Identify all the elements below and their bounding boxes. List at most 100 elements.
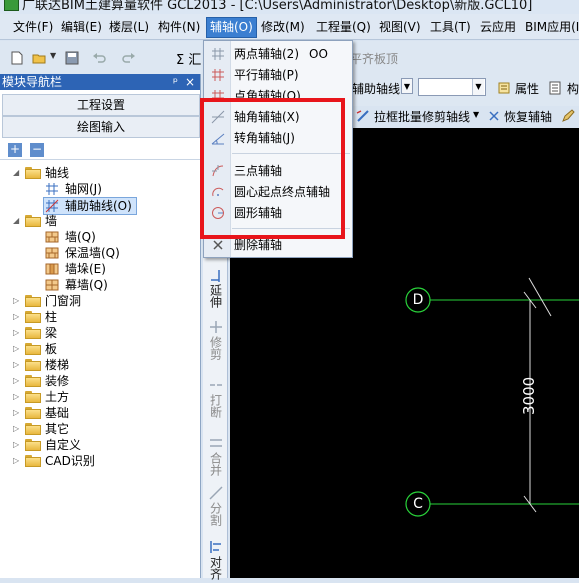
menu-quantity[interactable]: 工程量(Q) <box>313 18 374 37</box>
menu-floor[interactable]: 楼层(L) <box>106 18 152 37</box>
collapse-arrow-icon[interactable]: ◢ <box>13 213 22 229</box>
tree-node-custom[interactable]: ▷ 自定义 <box>0 437 200 453</box>
expand-arrow-icon[interactable]: ▷ <box>13 341 22 357</box>
expand-arrow-icon[interactable]: ▷ <box>13 309 22 325</box>
align-label: 对齐 <box>208 556 223 580</box>
extend-button[interactable]: 延伸 <box>207 268 224 311</box>
merge-button[interactable]: 合并 <box>207 436 224 479</box>
app-icon <box>4 0 19 11</box>
tree-node-stairs[interactable]: ▷ 楼梯 <box>0 357 200 373</box>
navigator-title: 模块导航栏 <box>2 75 63 89</box>
component-type-dropdown-icon[interactable]: ▼ <box>401 78 413 94</box>
menu-file[interactable]: 文件(F) <box>10 18 56 37</box>
tree-node-column[interactable]: ▷ 柱 <box>0 309 200 325</box>
property-icon[interactable] <box>497 81 511 95</box>
tree-node-slab[interactable]: ▷ 板 <box>0 341 200 357</box>
tree-node-label: 自定义 <box>45 438 82 452</box>
component-list-icon[interactable] <box>548 81 562 95</box>
menu-bar: 文件(F) 编辑(E) 楼层(L) 构件(N) 辅轴(O) 修改(M) 工程量(… <box>0 14 579 40</box>
expand-arrow-icon[interactable]: ▷ <box>13 357 22 373</box>
menu-cloud[interactable]: 云应用 <box>477 18 519 37</box>
tree-node-label: 保温墙(Q) <box>65 246 120 260</box>
tree-node-curtain-wall[interactable]: 幕墙(Q) <box>0 277 200 293</box>
tree-node-wall-group[interactable]: ◢ 墙 <box>0 213 200 229</box>
expand-all-icon[interactable]: + <box>8 143 22 157</box>
tree-node-axis-net[interactable]: 轴网(J) <box>0 181 200 197</box>
menu-tools[interactable]: 工具(T) <box>427 18 474 37</box>
wall-icon <box>45 231 59 243</box>
expand-arrow-icon[interactable]: ▷ <box>13 325 22 341</box>
tree-node-cad[interactable]: ▷ CAD识别 <box>0 453 200 469</box>
menu-aux-axis[interactable]: 辅轴(O) <box>206 17 257 38</box>
trim-button[interactable]: 修剪 <box>207 320 224 363</box>
restore-axis-button[interactable]: 恢复辅轴 <box>504 108 552 125</box>
menu-item-two-point-aux[interactable]: 两点辅轴(2) OO <box>205 44 352 64</box>
expand-arrow-icon[interactable]: ▷ <box>13 389 22 405</box>
flush-slab-top-button[interactable]: 平齐板顶 <box>350 50 398 67</box>
property-button[interactable]: 属性 <box>515 80 539 97</box>
open-dropdown-icon[interactable]: ▼ <box>50 51 56 60</box>
window-title: 广联达BIM土建算量软件 GCL2013 - [C:\Users\Adminis… <box>22 0 533 13</box>
tree-node-other[interactable]: ▷ 其它 <box>0 421 200 437</box>
folder-icon <box>25 327 41 339</box>
tree-node-axis[interactable]: ◢ 轴线 <box>0 165 200 181</box>
open-folder-icon[interactable] <box>32 51 46 65</box>
break-button[interactable]: 打断 <box>207 378 224 421</box>
wall-pier-icon <box>45 263 59 275</box>
tree-node-door-window[interactable]: ▷ 门窗洞 <box>0 293 200 309</box>
tree-node-earthwork[interactable]: ▷ 土方 <box>0 389 200 405</box>
redo-icon[interactable] <box>122 51 136 65</box>
expand-arrow-icon[interactable]: ▷ <box>13 437 22 453</box>
pin-icon[interactable]: ᵖ <box>173 74 178 90</box>
menu-item-parallel-aux[interactable]: 平行辅轴(P) <box>205 65 352 85</box>
collapse-arrow-icon[interactable]: ◢ <box>13 165 22 181</box>
tree-node-label: 楼梯 <box>45 358 70 372</box>
expand-arrow-icon[interactable]: ▷ <box>13 293 22 309</box>
menu-bim[interactable]: BIM应用(I <box>522 18 579 37</box>
pencil-icon[interactable] <box>561 109 575 123</box>
tree-node-wall-pier[interactable]: 墙垛(E) <box>0 261 200 277</box>
component-type-value[interactable]: 辅助轴线 <box>352 80 400 97</box>
undo-icon[interactable] <box>92 51 106 65</box>
folder-icon <box>25 359 41 371</box>
component-list-button[interactable]: 构 <box>567 80 579 97</box>
expand-arrow-icon[interactable]: ▷ <box>13 421 22 437</box>
drawing-input-button[interactable]: 绘图输入 <box>2 116 200 138</box>
title-bar: 广联达BIM土建算量软件 GCL2013 - [C:\Users\Adminis… <box>0 0 579 14</box>
component-name-dropdown-icon[interactable]: ▼ <box>472 79 484 95</box>
menu-component[interactable]: 构件(N) <box>155 18 203 37</box>
save-icon[interactable] <box>65 51 79 65</box>
folder-icon <box>25 375 41 387</box>
component-name-combo[interactable]: ▼ <box>418 78 486 96</box>
align-icon <box>209 541 221 553</box>
tree-node-label: 土方 <box>45 390 70 404</box>
new-file-icon[interactable] <box>10 51 24 65</box>
expand-arrow-icon[interactable]: ▷ <box>13 453 22 469</box>
sum-button[interactable]: Σ 汇 <box>176 49 201 68</box>
tree-node-foundation[interactable]: ▷ 基础 <box>0 405 200 421</box>
aux-axis-icon <box>45 199 59 213</box>
folder-icon <box>25 391 41 403</box>
close-icon[interactable]: × <box>185 74 195 90</box>
collapse-all-icon[interactable]: − <box>30 143 44 157</box>
expand-arrow-icon[interactable]: ▷ <box>13 373 22 389</box>
tree-toolbar: + − <box>0 140 200 160</box>
batch-trim-button[interactable]: 拉框批量修剪轴线 <box>374 108 470 125</box>
align-button[interactable]: 对齐 <box>207 540 224 583</box>
restore-axis-icon[interactable] <box>487 109 501 123</box>
project-settings-button[interactable]: 工程设置 <box>2 94 200 116</box>
tree-node-wall[interactable]: 墙(Q) <box>0 229 200 245</box>
batch-trim-dropdown-icon[interactable]: ▼ <box>473 110 479 119</box>
tree-node-beam[interactable]: ▷ 梁 <box>0 325 200 341</box>
insulation-wall-icon <box>45 247 59 259</box>
expand-arrow-icon[interactable]: ▷ <box>13 405 22 421</box>
batch-trim-icon[interactable] <box>356 109 370 123</box>
tree-node-insulation-wall[interactable]: 保温墙(Q) <box>0 245 200 261</box>
tree-node-label: 装修 <box>45 374 70 388</box>
menu-modify[interactable]: 修改(M) <box>258 18 308 37</box>
menu-edit[interactable]: 编辑(E) <box>58 18 105 37</box>
split-button[interactable]: 分割 <box>207 486 224 529</box>
tree-node-decoration[interactable]: ▷ 装修 <box>0 373 200 389</box>
tree-node-label: 柱 <box>45 310 58 324</box>
menu-view[interactable]: 视图(V) <box>376 18 424 37</box>
